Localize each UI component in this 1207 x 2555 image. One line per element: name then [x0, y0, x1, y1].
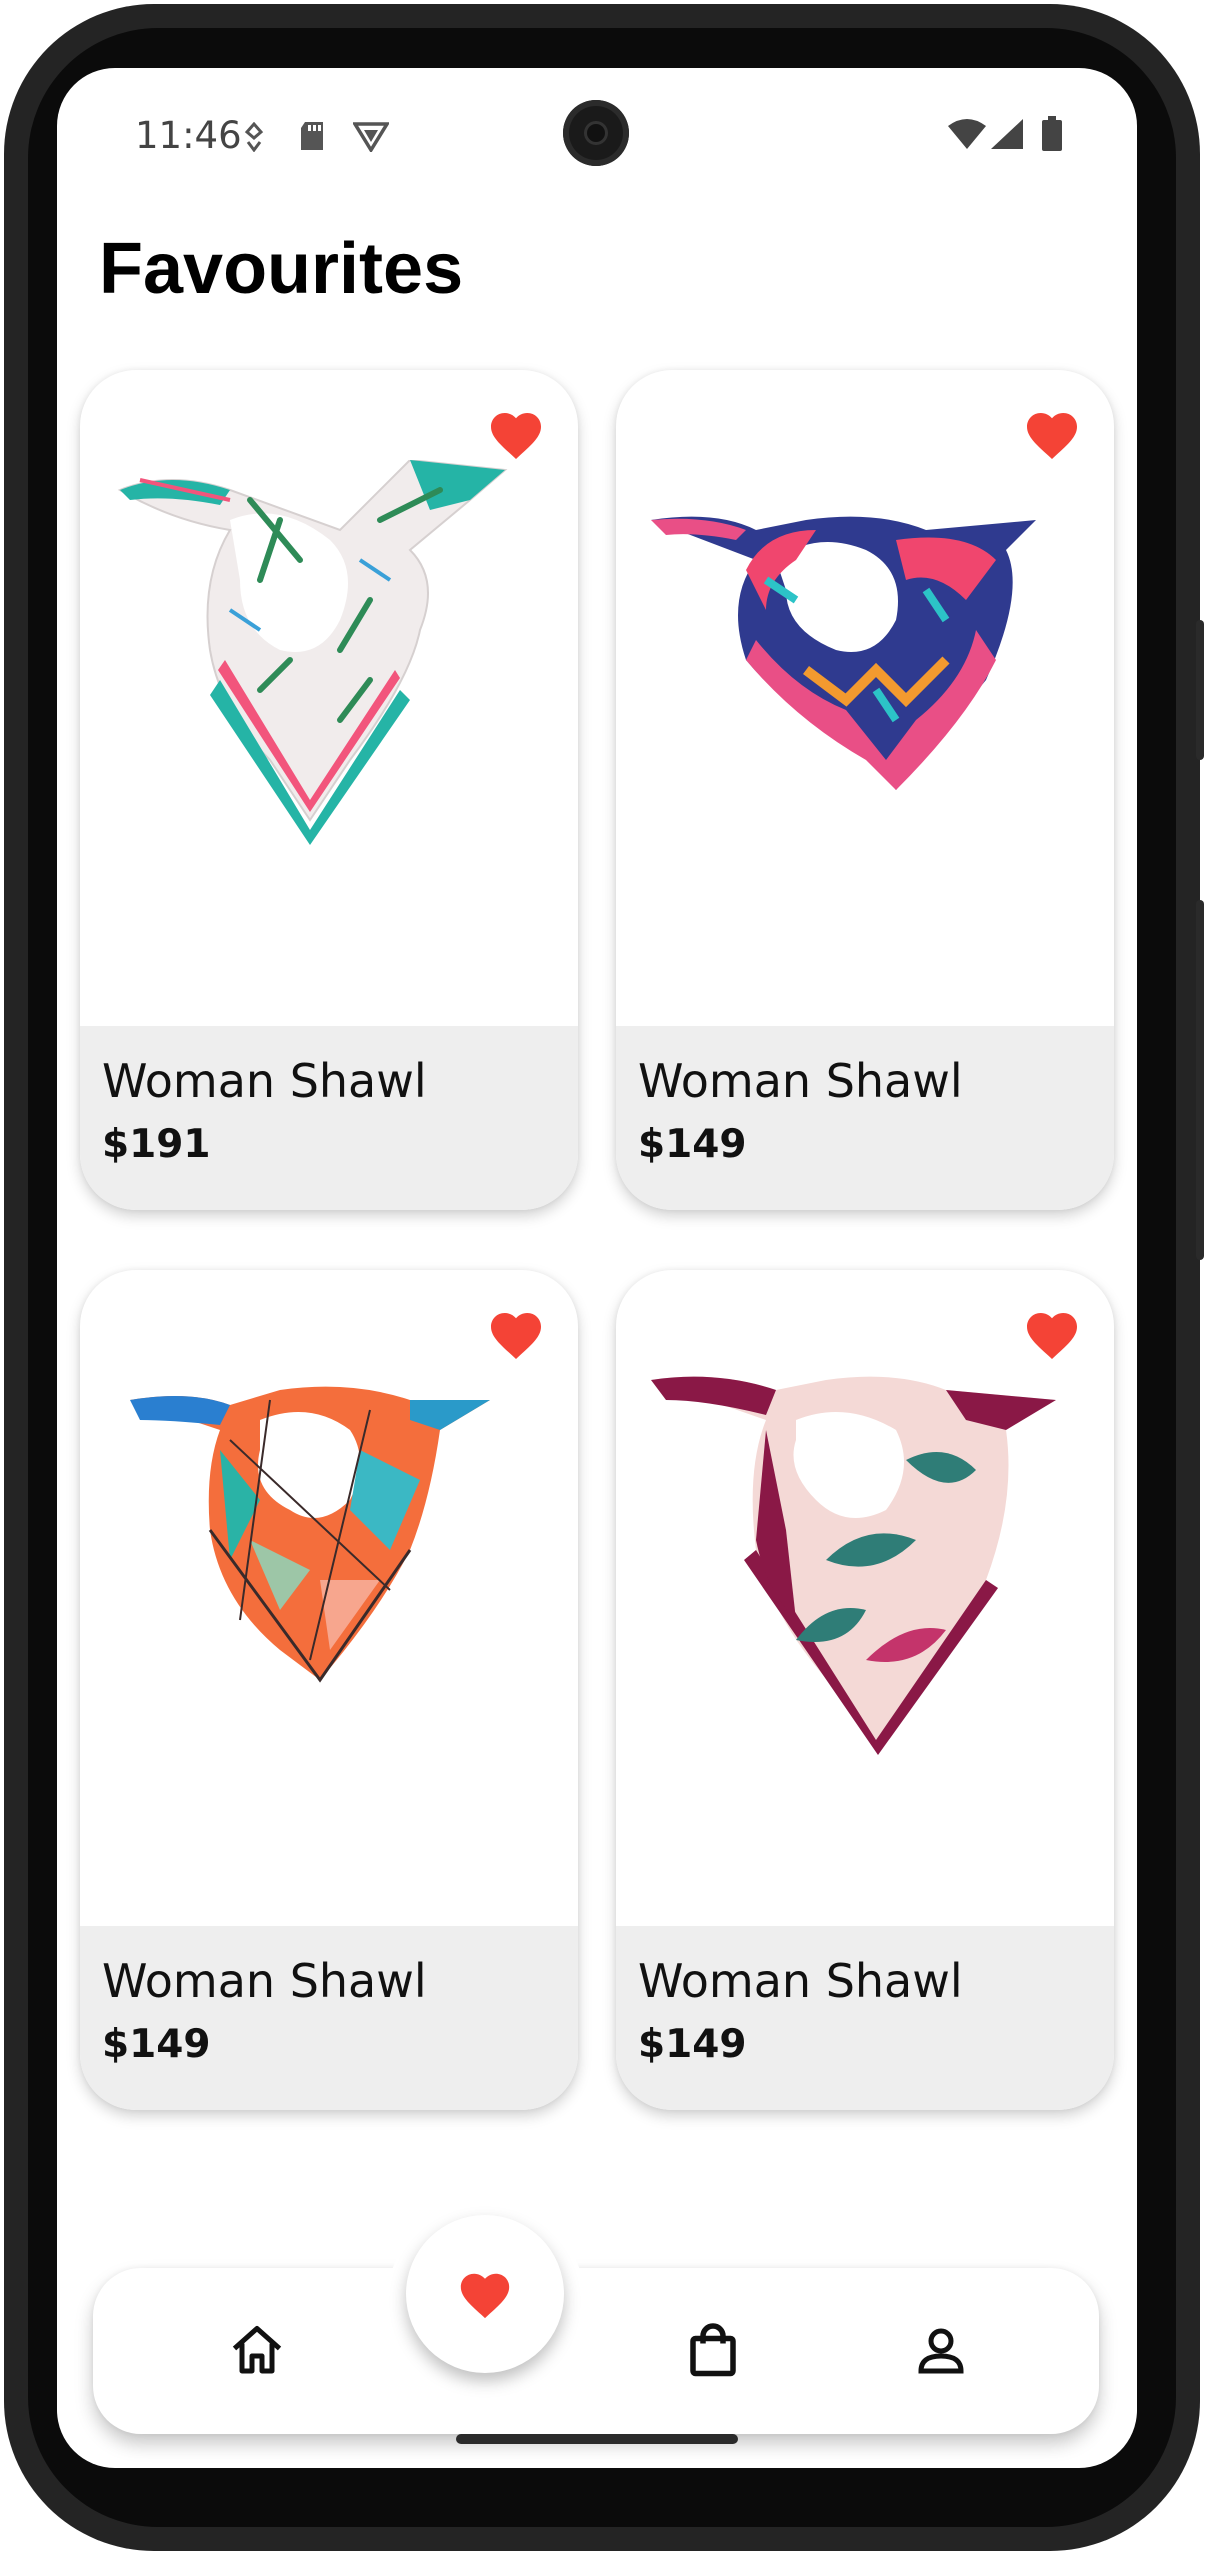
product-name: Woman Shawl	[638, 1054, 963, 1108]
product-name: Woman Shawl	[102, 1954, 427, 2008]
page-title: Favourites	[99, 229, 464, 309]
product-card[interactable]: Woman Shawl $149	[616, 1270, 1114, 2110]
product-image	[651, 516, 1036, 790]
product-image	[130, 1386, 490, 1683]
battery-icon	[1042, 116, 1062, 151]
bottom-navigation	[93, 2268, 1099, 2434]
product-card[interactable]: Woman Shawl $149	[80, 1270, 578, 2110]
home-icon[interactable]	[227, 2321, 287, 2381]
volume-button	[1196, 620, 1204, 760]
favourites-nav-button[interactable]	[406, 2215, 564, 2373]
device-frame: 11:46 Favourites Woman Shawl $191 Woman …	[0, 0, 1207, 2555]
front-camera	[563, 100, 629, 166]
heart-icon	[460, 2273, 510, 2319]
product-price: $191	[102, 1122, 211, 1167]
product-card[interactable]: Woman Shawl $149	[616, 370, 1114, 1210]
product-name: Woman Shawl	[638, 1954, 963, 2008]
product-info: Woman Shawl $149	[616, 1026, 1114, 1210]
cellular-signal-icon	[991, 119, 1023, 149]
power-button	[1196, 900, 1204, 1260]
product-price: $149	[638, 2022, 747, 2067]
product-card[interactable]: Woman Shawl $191	[80, 370, 578, 1210]
wifi-icon	[948, 119, 986, 149]
vpn-shield-icon	[353, 122, 389, 152]
product-price: $149	[638, 1122, 747, 1167]
product-info: Woman Shawl $149	[616, 1926, 1114, 2110]
product-info: Woman Shawl $149	[80, 1926, 578, 2110]
favourite-heart-icon[interactable]	[486, 406, 546, 462]
product-image	[651, 1376, 1056, 1755]
product-info: Woman Shawl $191	[80, 1026, 578, 1210]
location-icon	[244, 122, 264, 152]
app-screen: 11:46 Favourites Woman Shawl $191 Woman …	[57, 68, 1137, 2468]
product-image	[117, 460, 508, 845]
product-price: $149	[102, 2022, 211, 2067]
shopping-bag-icon[interactable]	[683, 2321, 743, 2381]
favourite-heart-icon[interactable]	[486, 1306, 546, 1362]
favourite-heart-icon[interactable]	[1022, 406, 1082, 462]
status-time: 11:46	[135, 114, 242, 157]
gesture-home-indicator[interactable]	[456, 2434, 738, 2444]
product-name: Woman Shawl	[102, 1054, 427, 1108]
favourite-heart-icon[interactable]	[1022, 1306, 1082, 1362]
sd-card-icon	[301, 122, 323, 150]
status-bar: 11:46	[57, 68, 1137, 198]
person-icon[interactable]	[911, 2321, 971, 2381]
